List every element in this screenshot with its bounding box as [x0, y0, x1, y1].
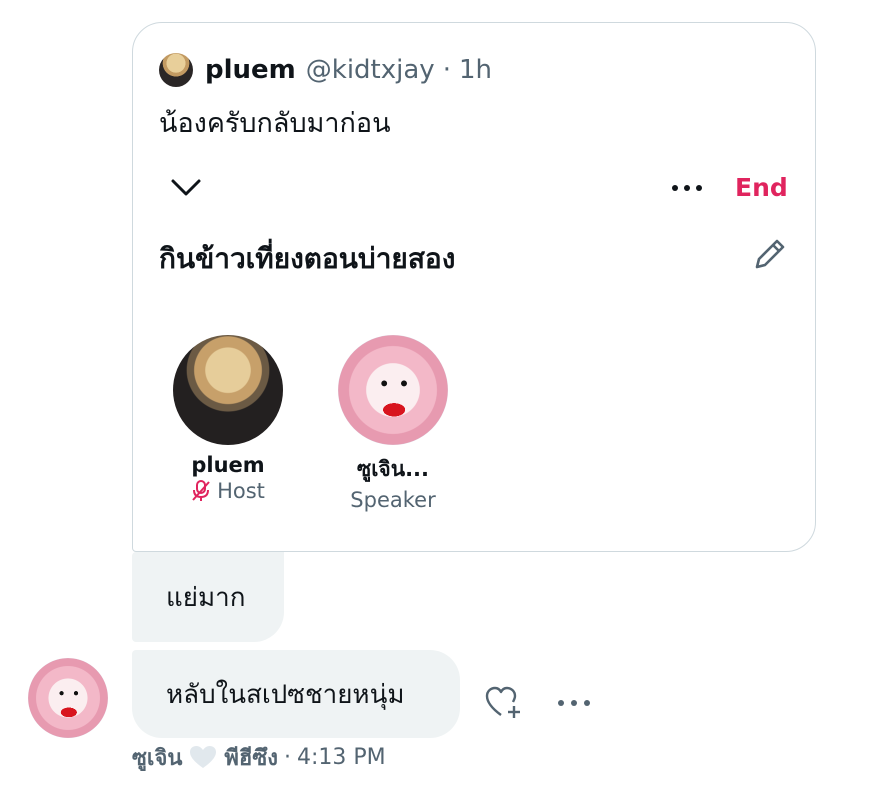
participant-name: ซูเจิน...: [356, 457, 430, 481]
quoted-author-name[interactable]: pluem: [205, 55, 296, 85]
sender-name: ซูเจิน: [132, 745, 183, 771]
role-label: Host: [217, 479, 265, 503]
mic-off-icon: [192, 480, 210, 501]
quoted-tweet-header: pluem @kidtxjay · 1h: [159, 53, 492, 87]
message-meta: ซูเจิน พีฮีซึง · 4:13 PM: [132, 742, 386, 772]
role-label: Speaker: [350, 488, 436, 512]
message-bubble[interactable]: หลับในสเปซชายหนุ่ม: [132, 650, 460, 738]
quoted-time[interactable]: 1h: [459, 55, 492, 85]
quoted-tweet-text: น้องครับกลับมาก่อน: [159, 108, 391, 139]
reactor-name: พีฮีซึง: [224, 745, 278, 771]
participant-speaker[interactable]: ซูเจิน... Speaker: [328, 335, 458, 512]
message-text: แย่มาก: [166, 582, 246, 613]
participant-name: pluem: [191, 453, 265, 477]
heart-icon[interactable]: [188, 744, 218, 770]
host-avatar[interactable]: [173, 335, 283, 445]
more-icon[interactable]: [558, 700, 590, 706]
participant-host[interactable]: pluem Host: [163, 335, 293, 503]
meta-separator: ·: [284, 744, 291, 770]
more-icon[interactable]: [672, 185, 702, 191]
end-space-button[interactable]: End: [735, 173, 788, 202]
quoted-author-avatar[interactable]: [159, 53, 193, 87]
quoted-space-card[interactable]: pluem @kidtxjay · 1h น้องครับกลับมาก่อน …: [132, 22, 816, 552]
message-time: 4:13 PM: [297, 744, 386, 770]
participant-role: Speaker: [328, 488, 458, 512]
pencil-icon[interactable]: [751, 235, 789, 273]
space-title: กินข้าวเที่ยงตอนบ่ายสอง: [159, 242, 456, 275]
quoted-separator: ·: [442, 55, 451, 85]
add-reaction-icon[interactable]: [484, 684, 524, 720]
chevron-down-icon[interactable]: [169, 177, 203, 199]
quoted-author-handle: @kidtxjay: [305, 55, 435, 85]
dm-conversation: pluem @kidtxjay · 1h น้องครับกลับมาก่อน …: [0, 0, 872, 790]
participant-role: Host: [163, 479, 293, 503]
message-text: หลับในสเปซชายหนุ่ม: [166, 679, 405, 710]
speaker-avatar[interactable]: [338, 335, 448, 445]
message-bubble[interactable]: แย่มาก: [132, 552, 284, 642]
sender-avatar[interactable]: [28, 658, 108, 738]
